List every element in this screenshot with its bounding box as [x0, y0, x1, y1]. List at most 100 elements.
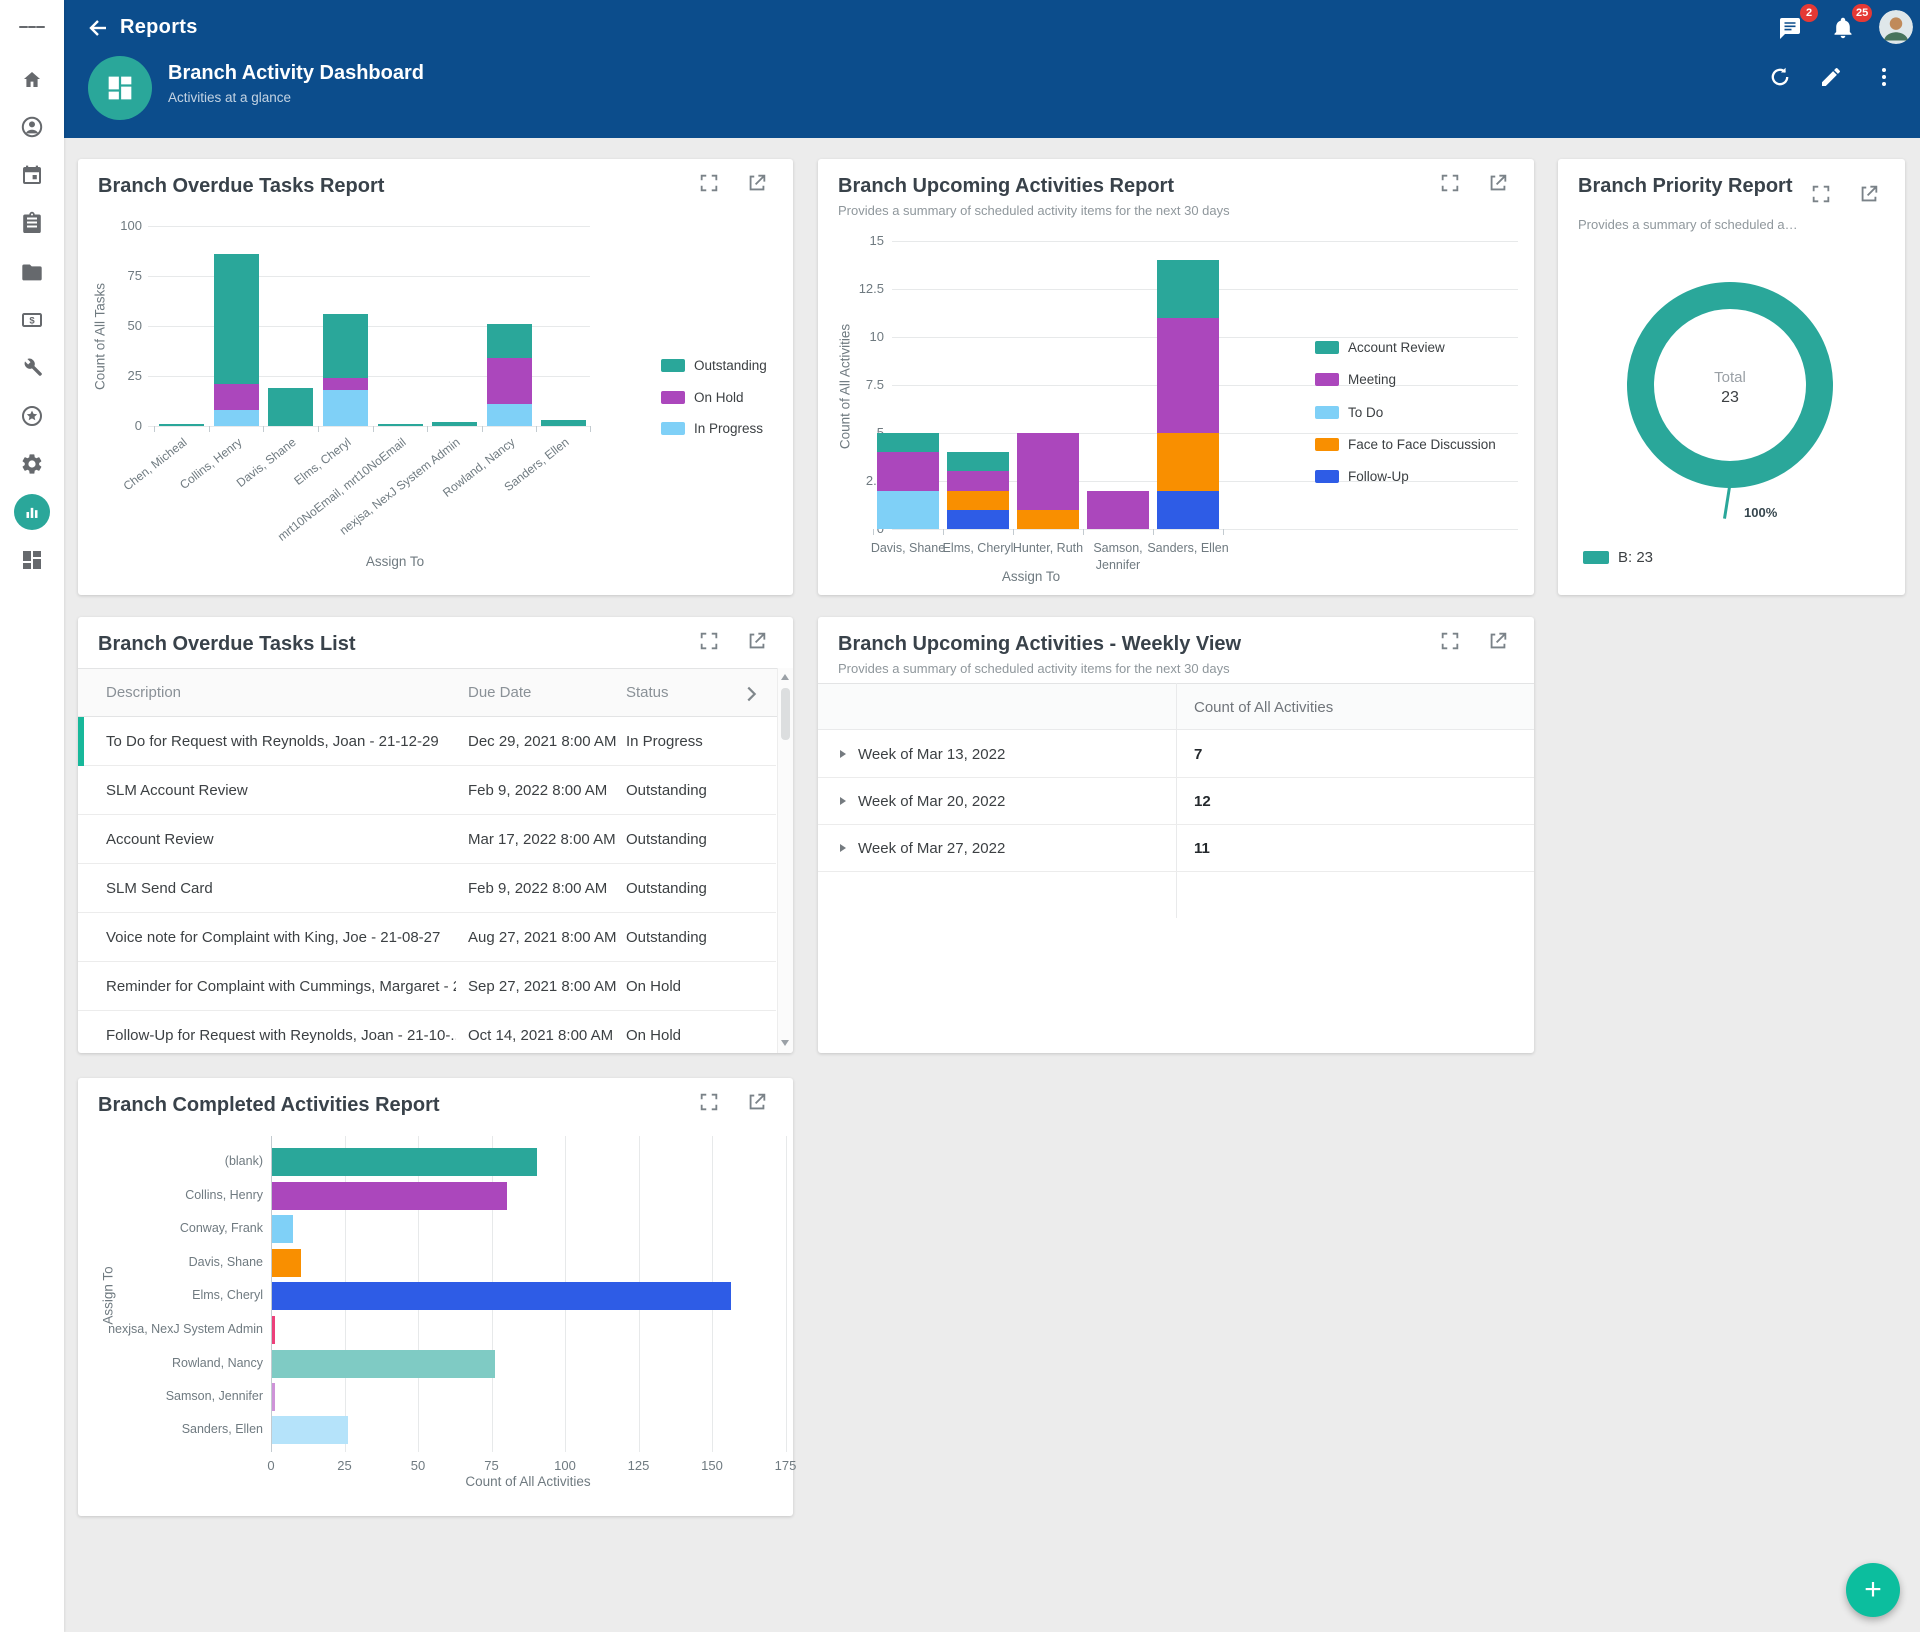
- tools-icon[interactable]: [19, 354, 45, 380]
- more-options-icon[interactable]: [1866, 59, 1902, 95]
- legend-label: Outstanding: [694, 358, 767, 373]
- expand-triangle-icon[interactable]: [840, 750, 846, 758]
- bar-segment: [1157, 433, 1219, 491]
- open-in-new-icon[interactable]: [1487, 172, 1509, 194]
- x-tick-mark: [427, 426, 428, 432]
- open-in-new-icon[interactable]: [1858, 183, 1880, 205]
- bar-segment: [323, 314, 368, 378]
- y-tick-label: 15: [836, 233, 884, 248]
- edit-icon[interactable]: [1813, 59, 1849, 95]
- y-category-label: Conway, Frank: [93, 1221, 263, 1235]
- table-row[interactable]: Follow-Up for Request with Reynolds, Joa…: [78, 1011, 776, 1053]
- notifications-badge: 25: [1852, 4, 1872, 22]
- expand-triangle-icon[interactable]: [840, 797, 846, 805]
- expand-icon[interactable]: [1439, 630, 1461, 652]
- table-row[interactable]: To Do for Request with Reynolds, Joan - …: [78, 717, 776, 766]
- week-label: Week of Mar 20, 2022: [858, 778, 1005, 825]
- card-overdue-tasks-report: Branch Overdue Tasks Report Count of All…: [78, 159, 793, 595]
- column-header-description[interactable]: Description: [106, 669, 181, 717]
- dashboard-title: Branch Activity Dashboard: [168, 62, 424, 85]
- y-category-label: Samson, Jennifer: [93, 1389, 263, 1403]
- chevron-right-icon[interactable]: [740, 683, 760, 703]
- legend-label: In Progress: [694, 421, 763, 436]
- cell-description: Reminder for Complaint with Cummings, Ma…: [106, 962, 456, 1011]
- expand-icon[interactable]: [1439, 172, 1461, 194]
- card-title: Branch Priority Report: [1578, 175, 1792, 198]
- x-tick-label: 0: [251, 1458, 291, 1473]
- bar: [272, 1182, 507, 1210]
- expand-icon[interactable]: [698, 172, 720, 194]
- card-overdue-tasks-list: Branch Overdue Tasks List Description Du…: [78, 617, 793, 1053]
- expand-icon[interactable]: [1810, 183, 1832, 205]
- legend-swatch: [1315, 406, 1339, 419]
- dashboard-icon[interactable]: [19, 547, 45, 573]
- table-row[interactable]: Voice note for Complaint with King, Joe …: [78, 913, 776, 962]
- table-row[interactable]: Reminder for Complaint with Cummings, Ma…: [78, 962, 776, 1011]
- open-in-new-icon[interactable]: [1487, 630, 1509, 652]
- home-icon[interactable]: [19, 67, 45, 93]
- back-arrow-icon[interactable]: [80, 10, 116, 46]
- add-button[interactable]: +: [1846, 1563, 1900, 1617]
- expand-icon[interactable]: [698, 1091, 720, 1113]
- bar: [272, 1350, 495, 1378]
- scrollbar-thumb[interactable]: [781, 688, 790, 740]
- profile-icon[interactable]: [19, 114, 45, 140]
- settings-icon[interactable]: [19, 451, 45, 477]
- column-header-due-date[interactable]: Due Date: [468, 669, 531, 717]
- y-category-label: Davis, Shane: [93, 1255, 263, 1269]
- bar-segment: [1157, 260, 1219, 318]
- x-tick-label: 100: [545, 1458, 585, 1473]
- refresh-icon[interactable]: [1762, 59, 1798, 95]
- x-tick-mark: [943, 529, 944, 535]
- open-in-new-icon[interactable]: [746, 172, 768, 194]
- bar-segment: [541, 420, 586, 426]
- table-row[interactable]: Week of Mar 27, 202211: [818, 825, 1534, 872]
- bar: [272, 1215, 293, 1243]
- billing-icon[interactable]: $: [19, 307, 45, 333]
- legend-label: To Do: [1348, 405, 1383, 420]
- y-category-label: (blank): [93, 1154, 263, 1168]
- x-tick-mark: [1223, 529, 1224, 535]
- scroll-up-icon[interactable]: [781, 674, 789, 680]
- bar-segment: [877, 491, 939, 529]
- cell-status: On Hold: [626, 962, 746, 1011]
- bar-segment: [947, 510, 1009, 529]
- donut-center-value: 23: [1650, 389, 1810, 407]
- table-row[interactable]: Week of Mar 20, 202212: [818, 778, 1534, 825]
- column-header-status[interactable]: Status: [626, 669, 669, 717]
- expand-icon[interactable]: [698, 630, 720, 652]
- scrollbar[interactable]: [777, 668, 793, 1053]
- cell-description: Follow-Up for Request with Reynolds, Joa…: [106, 1011, 456, 1053]
- table-row[interactable]: SLM Account ReviewFeb 9, 2022 8:00 AMOut…: [78, 766, 776, 815]
- x-axis-title: Count of All Activities: [408, 1474, 648, 1489]
- cell-description: Voice note for Complaint with King, Joe …: [106, 913, 456, 962]
- avatar[interactable]: [1879, 10, 1913, 44]
- x-tick-mark: [1013, 529, 1014, 535]
- expand-triangle-icon[interactable]: [840, 844, 846, 852]
- table-row[interactable]: Account ReviewMar 17, 2022 8:00 AMOutsta…: [78, 815, 776, 864]
- table-row[interactable]: SLM Send CardFeb 9, 2022 8:00 AMOutstand…: [78, 864, 776, 913]
- bar-segment: [1157, 318, 1219, 433]
- y-tick-label: 75: [98, 268, 142, 283]
- dashboard-report-icon: [88, 56, 152, 120]
- documents-icon[interactable]: [19, 259, 45, 285]
- legend-label: On Hold: [694, 390, 744, 405]
- x-tick-mark: [318, 426, 319, 432]
- week-label: Week of Mar 13, 2022: [858, 731, 1005, 778]
- open-in-new-icon[interactable]: [746, 630, 768, 652]
- x-tick-mark: [536, 426, 537, 432]
- open-in-new-icon[interactable]: [746, 1091, 768, 1113]
- table-row[interactable]: Week of Mar 13, 20227: [818, 731, 1534, 778]
- calendar-icon[interactable]: [19, 162, 45, 188]
- favorites-icon[interactable]: [19, 403, 45, 429]
- tasks-icon[interactable]: [19, 210, 45, 236]
- y-tick-label: 7.5: [836, 377, 884, 392]
- x-tick-mark: [373, 426, 374, 432]
- app-bar: Reports 2 25 Branch Activity Dashboard A…: [64, 0, 1920, 138]
- scroll-down-icon[interactable]: [781, 1040, 789, 1046]
- legend-label: Meeting: [1348, 372, 1396, 387]
- card-upcoming-activities-report: Branch Upcoming Activities Report Provid…: [818, 159, 1534, 595]
- menu-icon[interactable]: [19, 14, 45, 40]
- column-header-count[interactable]: Count of All Activities: [1194, 684, 1333, 731]
- reports-icon-active[interactable]: [14, 494, 50, 530]
